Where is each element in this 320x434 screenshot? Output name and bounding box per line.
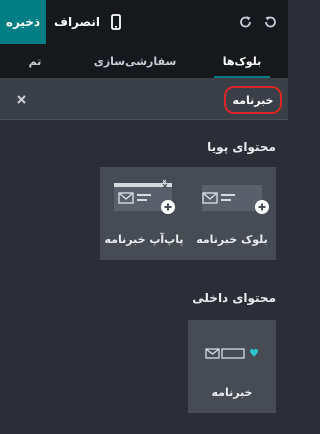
section-title-dynamic-content: محتوای پویا xyxy=(207,140,276,154)
discard-label: انصراف xyxy=(54,15,100,29)
snippet-search-bar xyxy=(0,79,288,120)
clear-search-button[interactable] xyxy=(14,92,28,106)
snippet-label: خبرنامه xyxy=(211,386,253,399)
discard-button[interactable]: انصراف xyxy=(54,0,100,44)
editor-toolbar: ذخیره انصراف xyxy=(0,0,288,44)
redo-button[interactable] xyxy=(236,12,256,32)
tab-theme[interactable]: تم xyxy=(20,44,50,78)
panel-tabs: بلوک‌ها سفارشی‌سازی تم xyxy=(0,44,288,79)
snippet-label: بلوک خبرنامه xyxy=(196,233,268,246)
tab-blocks[interactable]: بلوک‌ها xyxy=(214,44,270,78)
close-icon xyxy=(16,94,26,104)
snippet-newsletter-block[interactable]: بلوک خبرنامه xyxy=(188,167,276,260)
newsletter-block-thumbnail xyxy=(188,167,276,229)
undo-button[interactable] xyxy=(260,12,280,32)
snippet-label: پاپ‌آپ خبرنامه xyxy=(104,233,184,246)
snippet-newsletter-inner[interactable]: خبرنامه xyxy=(188,320,276,413)
undo-icon xyxy=(265,16,276,28)
mobile-icon xyxy=(111,14,121,30)
section-title-inner-content: محتوای داخلی xyxy=(192,291,276,305)
mobile-preview-button[interactable] xyxy=(106,12,126,32)
newsletter-inner-thumbnail xyxy=(188,320,276,382)
search-input[interactable] xyxy=(224,86,282,114)
redo-icon xyxy=(240,16,251,28)
newsletter-popup-thumbnail xyxy=(100,167,188,229)
tab-customize[interactable]: سفارشی‌سازی xyxy=(94,44,177,78)
snippet-newsletter-popup[interactable]: پاپ‌آپ خبرنامه xyxy=(100,167,188,260)
save-button[interactable]: ذخیره xyxy=(0,0,46,44)
